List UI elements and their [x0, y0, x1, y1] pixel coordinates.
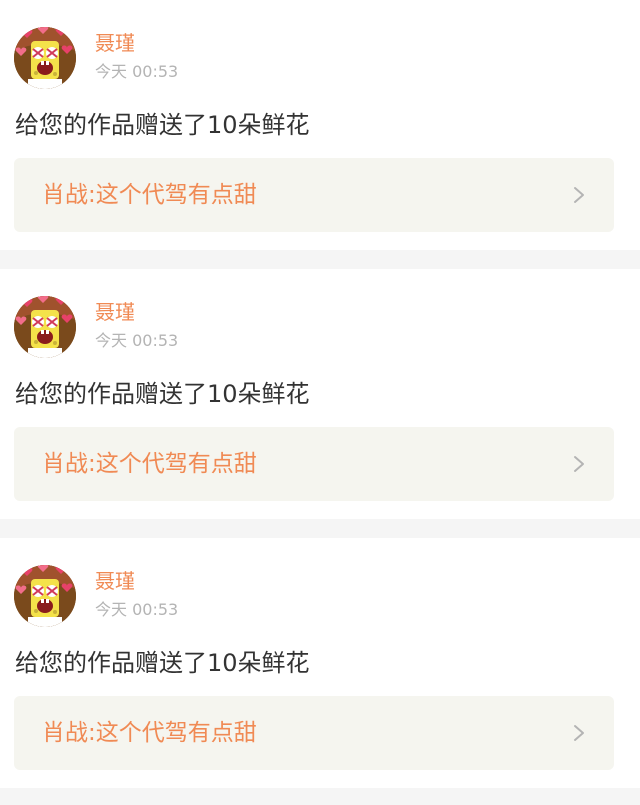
user-avatar[interactable] [14, 27, 76, 89]
notification-card: 聂瑾 今天 00:53 给您的作品赠送了10朵鲜花 肖战:这个代驾有点甜 [0, 0, 640, 250]
work-title: 肖战:这个代驾有点甜 [42, 720, 257, 746]
notification-list: 聂瑾 今天 00:53 给您的作品赠送了10朵鲜花 肖战:这个代驾有点甜 聂瑾 … [0, 0, 640, 788]
spongebob-hearts-icon [14, 565, 76, 627]
work-title: 肖战:这个代驾有点甜 [42, 182, 257, 208]
spongebob-hearts-icon [14, 27, 76, 89]
work-link-button[interactable]: 肖战:这个代驾有点甜 [14, 158, 614, 232]
username[interactable]: 聂瑾 [95, 31, 135, 55]
timestamp: 今天 00:53 [95, 600, 179, 619]
user-avatar[interactable] [14, 565, 76, 627]
gift-message: 给您的作品赠送了10朵鲜花 [15, 111, 310, 139]
spongebob-hearts-icon [14, 296, 76, 358]
gift-message: 给您的作品赠送了10朵鲜花 [15, 380, 310, 408]
timestamp: 今天 00:53 [95, 62, 179, 81]
user-avatar[interactable] [14, 296, 76, 358]
notification-card: 聂瑾 今天 00:53 给您的作品赠送了10朵鲜花 肖战:这个代驾有点甜 [0, 538, 640, 788]
work-link-button[interactable]: 肖战:这个代驾有点甜 [14, 427, 614, 501]
chevron-right-icon [572, 455, 586, 473]
notification-card: 聂瑾 今天 00:53 给您的作品赠送了10朵鲜花 肖战:这个代驾有点甜 [0, 269, 640, 519]
chevron-right-icon [572, 724, 586, 742]
timestamp: 今天 00:53 [95, 331, 179, 350]
username[interactable]: 聂瑾 [95, 300, 135, 324]
work-link-button[interactable]: 肖战:这个代驾有点甜 [14, 696, 614, 770]
gift-message: 给您的作品赠送了10朵鲜花 [15, 649, 310, 677]
chevron-right-icon [572, 186, 586, 204]
work-title: 肖战:这个代驾有点甜 [42, 451, 257, 477]
username[interactable]: 聂瑾 [95, 569, 135, 593]
